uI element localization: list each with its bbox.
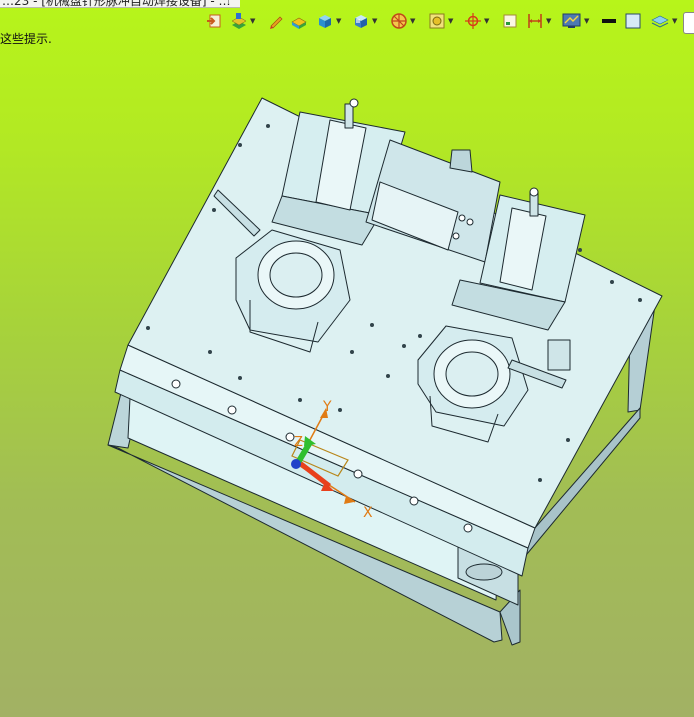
machine-model (107, 97, 663, 646)
left-cylinder-rod (344, 103, 354, 129)
vent-opening (465, 563, 503, 581)
button-1 (458, 214, 466, 222)
left-feeder-inner (269, 252, 323, 298)
y-axis-label: Y (322, 399, 332, 415)
x-axis-label: X (363, 505, 373, 521)
left-cylinder-cap (349, 98, 359, 108)
z-axis-origin (291, 459, 301, 469)
button-3 (452, 232, 460, 240)
control-box-handle (449, 149, 473, 173)
z-axis-label: Z (294, 435, 303, 450)
right-cylinder-cap (529, 187, 539, 197)
right-clamp-block (547, 339, 571, 371)
3d-model-viewport[interactable]: Y X Z (0, 0, 694, 717)
button-2 (466, 218, 474, 226)
right-feeder-inner (445, 351, 499, 397)
